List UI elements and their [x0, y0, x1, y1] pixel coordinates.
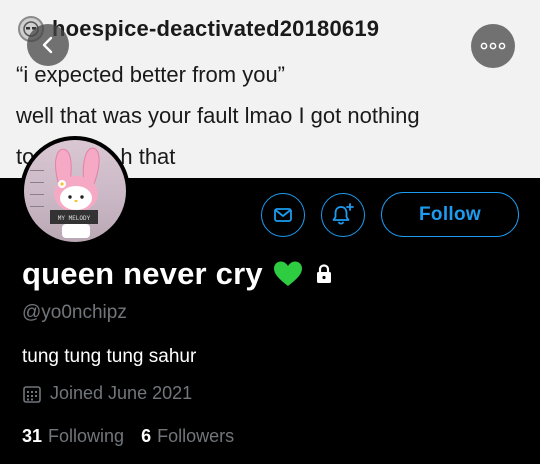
avatar-image: MY MELODY: [24, 140, 126, 242]
avatar-placard-text: MY MELODY: [58, 215, 91, 222]
post-quote: “i expected better from you”: [16, 62, 286, 87]
back-button[interactable]: [27, 24, 69, 66]
lock-icon: [316, 264, 331, 283]
display-name-row: queen never cry: [22, 256, 335, 292]
envelope-icon: [274, 208, 292, 222]
post-user-row: hoespice-deactivated20180619: [18, 14, 379, 44]
following-count[interactable]: 31: [22, 426, 42, 447]
my-melody-avatar-art: MY MELODY: [30, 147, 100, 238]
handle: @yo0nchipz: [22, 302, 127, 323]
followers-count[interactable]: 6: [141, 426, 151, 447]
more-button[interactable]: [471, 24, 515, 68]
message-button[interactable]: [261, 193, 305, 237]
stats-row: 31 Following 6 Followers: [22, 426, 234, 447]
bell-plus-icon: [332, 203, 354, 225]
bio: tung tung tung sahur: [22, 346, 197, 367]
joined-date: Joined June 2021: [50, 383, 193, 403]
calendar-icon: [23, 385, 41, 403]
arrow-left-icon: [42, 36, 53, 54]
green-heart-icon: [273, 261, 302, 286]
post-reply-line-1: well that was your fault lmao I got noth…: [16, 103, 420, 128]
display-name: queen never cry: [22, 256, 263, 291]
joined-row: Joined June 2021: [22, 383, 192, 404]
post-username[interactable]: hoespice-deactivated20180619: [52, 16, 379, 42]
follow-button[interactable]: Follow: [381, 192, 519, 237]
more-dots-icon: [480, 42, 506, 50]
following-label[interactable]: Following: [48, 426, 124, 447]
post-reply-line-2-end: h that: [120, 144, 176, 169]
followers-label[interactable]: Followers: [157, 426, 234, 447]
notify-button[interactable]: [321, 193, 365, 237]
profile-avatar[interactable]: MY MELODY: [20, 136, 130, 246]
